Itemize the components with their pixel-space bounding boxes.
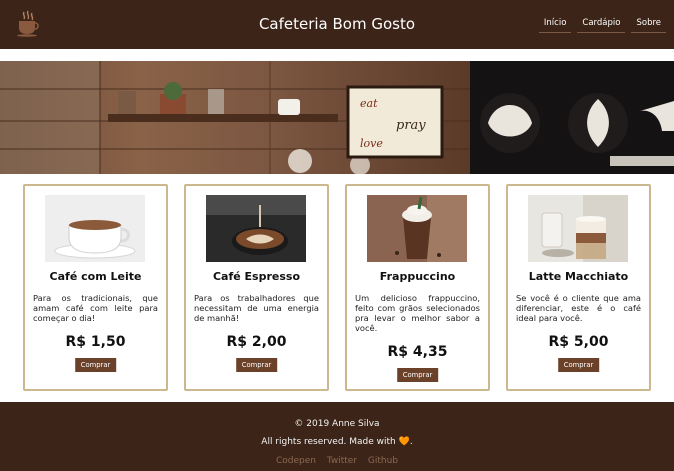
product-name: Latte Macchiato: [528, 270, 629, 283]
product-price: R$ 1,50: [65, 334, 126, 350]
made-with-prefix: All rights reserved. Made with: [261, 437, 396, 447]
product-description: Para os trabalhadores que necessitam de …: [194, 293, 319, 323]
product-name: Café com Leite: [49, 270, 142, 283]
product-card-latte-macchiato: Latte Macchiato Se você é o cliente que …: [506, 184, 651, 391]
product-image-cafe-espresso: [206, 195, 306, 262]
product-price: R$ 2,00: [226, 334, 287, 350]
product-description: Para os tradicionais, que amam café com …: [33, 293, 158, 323]
board-text-eat: eat: [360, 97, 378, 110]
main-nav: Início Cardápio Sobre: [538, 16, 666, 33]
footer-link-twitter[interactable]: Twitter: [327, 456, 357, 466]
heart-icon: 🧡: [398, 437, 410, 447]
buy-button[interactable]: Comprar: [235, 358, 278, 372]
product-image-latte-macchiato: [528, 195, 628, 262]
buy-button[interactable]: Comprar: [557, 358, 600, 372]
product-name: Frappuccino: [379, 270, 456, 283]
product-card-cafe-espresso: Café Espresso Para os trabalhadores que …: [184, 184, 329, 391]
buy-button[interactable]: Comprar: [396, 368, 439, 382]
nav-link-inicio[interactable]: Início: [538, 16, 572, 33]
product-name: Café Espresso: [212, 270, 301, 283]
product-description: Se você é o cliente que ama diferenciar,…: [516, 293, 641, 323]
footer: © 2019 Anne Silva All rights reserved. M…: [0, 402, 674, 471]
product-image-frappuccino: [367, 195, 467, 262]
page: Cafeteria Bom Gosto Início Cardápio Sobr…: [0, 0, 674, 471]
board-text-pray: pray: [396, 118, 426, 133]
product-price: R$ 4,35: [387, 344, 448, 360]
product-image-cafe-com-leite: [45, 195, 145, 262]
product-cards: Café com Leite Para os tradicionais, que…: [23, 184, 653, 391]
product-price: R$ 5,00: [548, 334, 609, 350]
footer-links: Codepen Twitter Github: [0, 456, 674, 466]
product-card-cafe-com-leite: Café com Leite Para os tradicionais, que…: [23, 184, 168, 391]
product-card-frappuccino: Frappuccino Um delicioso frappuccino, fe…: [345, 184, 490, 391]
copyright-text: © 2019 Anne Silva: [294, 419, 380, 429]
nav-link-cardapio[interactable]: Cardápio: [577, 16, 626, 33]
hero-banner: eat pray love: [0, 61, 674, 174]
board-text-love: love: [360, 137, 383, 150]
header: Cafeteria Bom Gosto Início Cardápio Sobr…: [0, 0, 674, 49]
footer-link-github[interactable]: Github: [368, 456, 398, 466]
buy-button[interactable]: Comprar: [74, 358, 117, 372]
footer-link-codepen[interactable]: Codepen: [276, 456, 316, 466]
product-description: Um delicioso frappuccino, feito com grão…: [355, 293, 480, 333]
made-with-text: All rights reserved. Made with 🧡.: [0, 437, 674, 447]
nav-link-sobre[interactable]: Sobre: [631, 16, 666, 33]
made-with-suffix: .: [409, 437, 413, 447]
